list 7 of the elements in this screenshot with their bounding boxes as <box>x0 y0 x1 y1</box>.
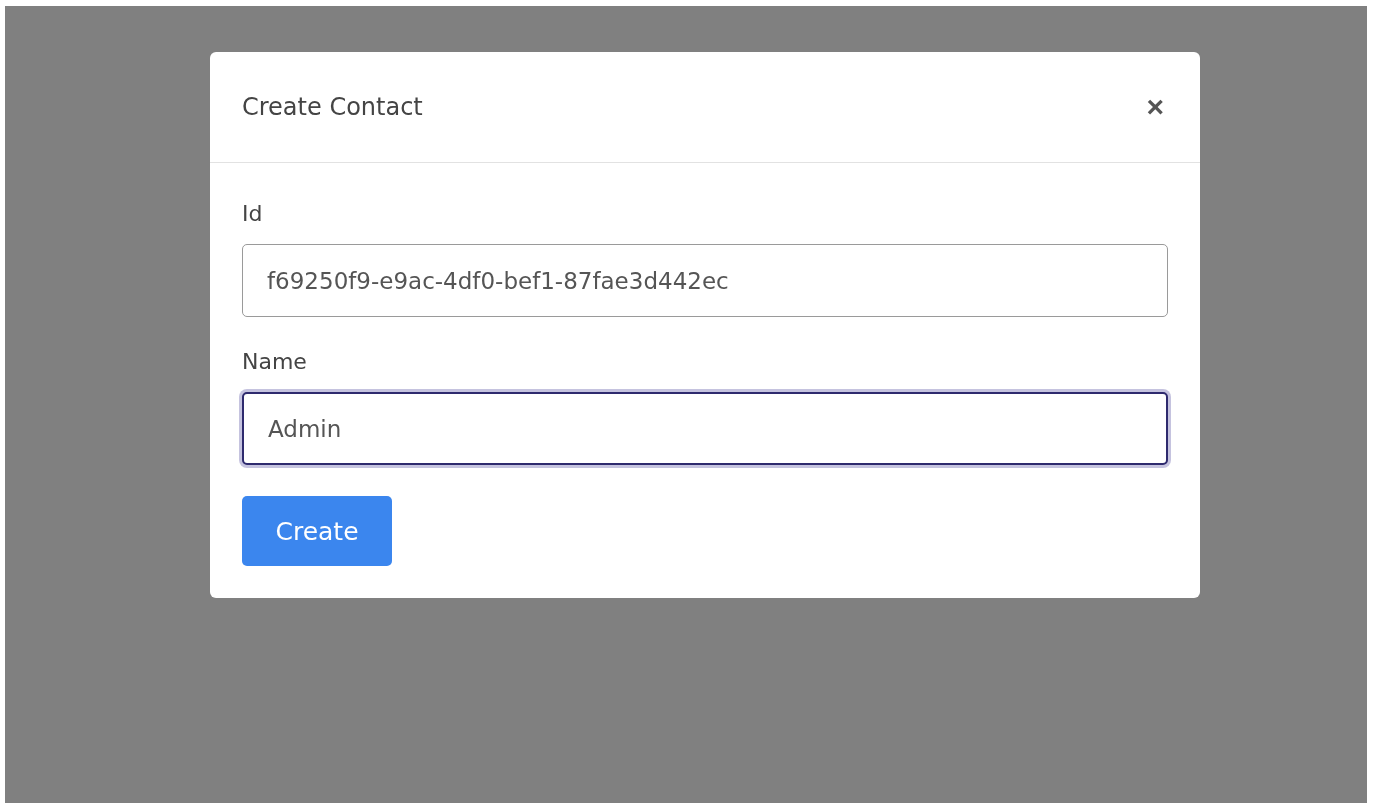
close-button[interactable]: × <box>1142 90 1168 124</box>
input-field[interactable]: Admin <box>242 392 1168 465</box>
input-field[interactable]: f69250f9-e9ac-4df0-bef1-87fae3d442ec <box>242 244 1168 317</box>
field-label: Id <box>242 201 263 226</box>
create-button[interactable]: Create <box>242 496 392 566</box>
field-label: Name <box>242 349 307 374</box>
dialog-title: Create Contact <box>242 93 423 121</box>
